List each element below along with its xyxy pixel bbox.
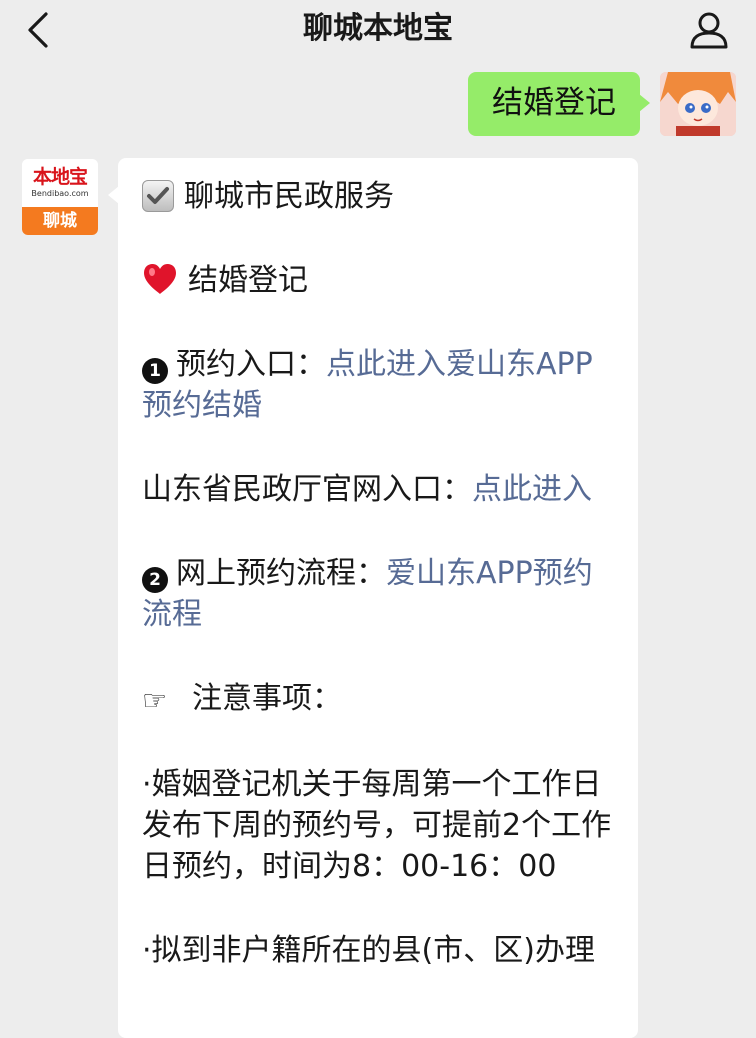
official-account-avatar[interactable]: 本地宝 Bendibao.com 聊城: [22, 159, 98, 235]
logo-city-text: 聊城: [22, 207, 98, 235]
item1-label: 预约入口：: [176, 347, 326, 382]
item1-line: 1 预约入口：点此进入爱山东APP预约结婚: [142, 344, 616, 426]
checkbox-icon: [142, 180, 174, 212]
user-avatar-image: [660, 72, 736, 136]
navigation-bar: 聊城本地宝: [0, 0, 756, 60]
profile-button[interactable]: [686, 8, 732, 52]
section-title: 聊城市民政服务: [184, 179, 394, 214]
notice-heading: 注意事项：: [192, 681, 342, 716]
notice-item-2: ·拟到非户籍所在的县(市、区)办理: [142, 933, 595, 968]
topic-text: 结婚登记: [188, 263, 308, 298]
user-avatar[interactable]: [660, 72, 736, 136]
received-message-bubble: 聊城市民政服务 结婚登记 1 预约入口：点此进入爱山东APP预约结婚 山东省民政厅…: [108, 158, 638, 1038]
section-title-line: 聊城市民政服务: [142, 176, 616, 217]
logo-top: 本地宝 Bendibao.com: [22, 159, 98, 207]
notice-item-1: ·婚姻登记机关于每周第一个工作日发布下周的预约号，可提前2个工作日预约，时间为8…: [142, 767, 612, 884]
number-one-icon: 1: [142, 358, 168, 384]
topic-line: 结婚登记: [142, 260, 616, 301]
sent-message-bubble[interactable]: 结婚登记: [468, 72, 650, 136]
logo-sub-text: Bendibao.com: [31, 189, 89, 198]
item2-line: 2 网上预约流程：爱山东APP预约流程: [142, 553, 616, 635]
number-two-icon: 2: [142, 567, 168, 593]
official-site-label: 山东省民政厅官网入口：: [142, 472, 472, 507]
heart-icon: [144, 264, 176, 294]
sent-message-row: 结婚登记: [468, 72, 736, 136]
item2-label: 网上预约流程：: [176, 556, 386, 591]
logo-main-text: 本地宝: [32, 166, 88, 188]
pointing-hand-icon: ☞: [142, 684, 168, 717]
notice-heading-line: ☞ 注意事项：: [142, 678, 616, 721]
official-site-link[interactable]: 点此进入: [472, 472, 592, 507]
chat-title: 聊城本地宝: [303, 11, 453, 46]
official-site-line: 山东省民政厅官网入口：点此进入: [142, 469, 616, 510]
profile-icon: [690, 12, 728, 49]
